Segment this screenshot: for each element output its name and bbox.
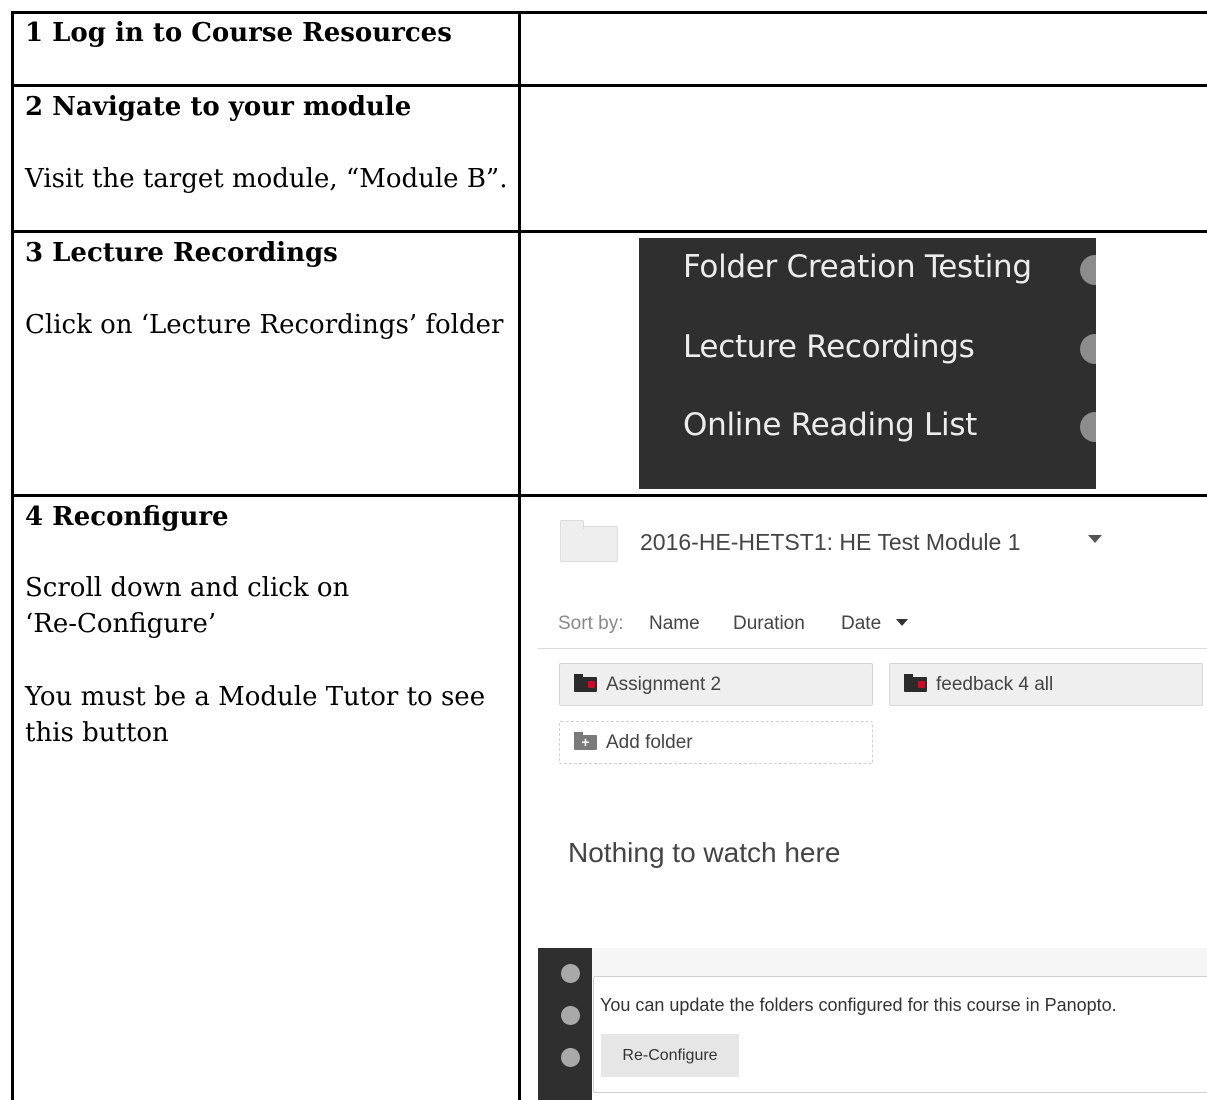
sort-option-name[interactable]: Name bbox=[649, 613, 700, 635]
sort-caret-icon bbox=[896, 619, 908, 626]
chevron-circle-icon bbox=[1080, 334, 1096, 364]
folder-name: Assignment 2 bbox=[606, 674, 722, 695]
table-border-top bbox=[11, 11, 1207, 14]
row-divider-1 bbox=[11, 84, 1207, 87]
sort-label: Sort by: bbox=[558, 613, 624, 634]
table-border-left bbox=[11, 11, 14, 1100]
module-title[interactable]: 2016-HE-HETST1: HE Test Module 1 bbox=[640, 529, 1021, 556]
chevron-circle-icon bbox=[1080, 255, 1096, 285]
folder-icon bbox=[904, 674, 927, 692]
menu-item-online-reading-list[interactable]: Online Reading List bbox=[683, 407, 977, 443]
step-2-heading: 2 Navigate to your module bbox=[25, 92, 412, 122]
add-folder-button[interactable]: + Add folder bbox=[559, 721, 873, 764]
step-4-instruction-line-1: Scroll down and click on bbox=[25, 573, 350, 603]
caret-down-icon[interactable] bbox=[1088, 535, 1102, 543]
chevron-circle-icon bbox=[561, 1048, 580, 1067]
reconfigure-panel: You can update the folders configured fo… bbox=[593, 976, 1207, 1093]
folder-tile-feedback-4-all[interactable]: feedback 4 all bbox=[889, 663, 1203, 706]
panopto-screenshot: 2016-HE-HETST1: HE Test Module 1 Sort by… bbox=[538, 500, 1207, 1100]
reconfigure-button[interactable]: Re-Configure bbox=[601, 1034, 739, 1077]
chevron-circle-icon bbox=[561, 964, 580, 983]
step-1-heading: 1 Log in to Course Resources bbox=[25, 18, 452, 48]
menu-item-folder-creation-testing[interactable]: Folder Creation Testing bbox=[683, 249, 1032, 285]
divider bbox=[538, 648, 1207, 649]
step-2-instruction: Visit the target module, “Module B”. bbox=[25, 164, 508, 194]
step-3-instruction: Click on ‘Lecture Recordings’ folder bbox=[25, 310, 504, 340]
add-folder-icon: + bbox=[574, 732, 597, 750]
step-4-note-line-1: You must be a Module Tutor to see bbox=[25, 682, 486, 712]
step-3-heading: 3 Lecture Recordings bbox=[25, 238, 338, 268]
course-menu-strip bbox=[538, 948, 592, 1100]
step-4-note-line-2: this button bbox=[25, 718, 169, 748]
folder-icon bbox=[574, 674, 597, 692]
folder-tile-assignment-2[interactable]: Assignment 2 bbox=[559, 663, 873, 706]
panel-header bbox=[592, 948, 1207, 976]
step-4-instruction-line-2: ‘Re-Configure’ bbox=[25, 609, 217, 639]
chevron-circle-icon bbox=[561, 1006, 580, 1025]
sort-option-date[interactable]: Date bbox=[841, 613, 881, 635]
add-folder-label: Add folder bbox=[606, 732, 693, 753]
course-menu-screenshot: Folder Creation Testing Lecture Recordin… bbox=[639, 238, 1096, 489]
row-divider-2 bbox=[11, 230, 1207, 233]
column-divider bbox=[518, 11, 521, 1100]
folder-name: feedback 4 all bbox=[936, 674, 1054, 695]
sort-option-duration[interactable]: Duration bbox=[733, 613, 805, 635]
step-4-heading: 4 Reconfigure bbox=[25, 502, 229, 532]
row-divider-3 bbox=[11, 494, 1207, 497]
folder-icon bbox=[560, 520, 618, 562]
chevron-circle-icon bbox=[1080, 412, 1096, 442]
update-folders-message: You can update the folders configured fo… bbox=[600, 995, 1117, 1015]
menu-item-lecture-recordings[interactable]: Lecture Recordings bbox=[683, 329, 975, 365]
empty-state-message: Nothing to watch here bbox=[568, 837, 841, 868]
